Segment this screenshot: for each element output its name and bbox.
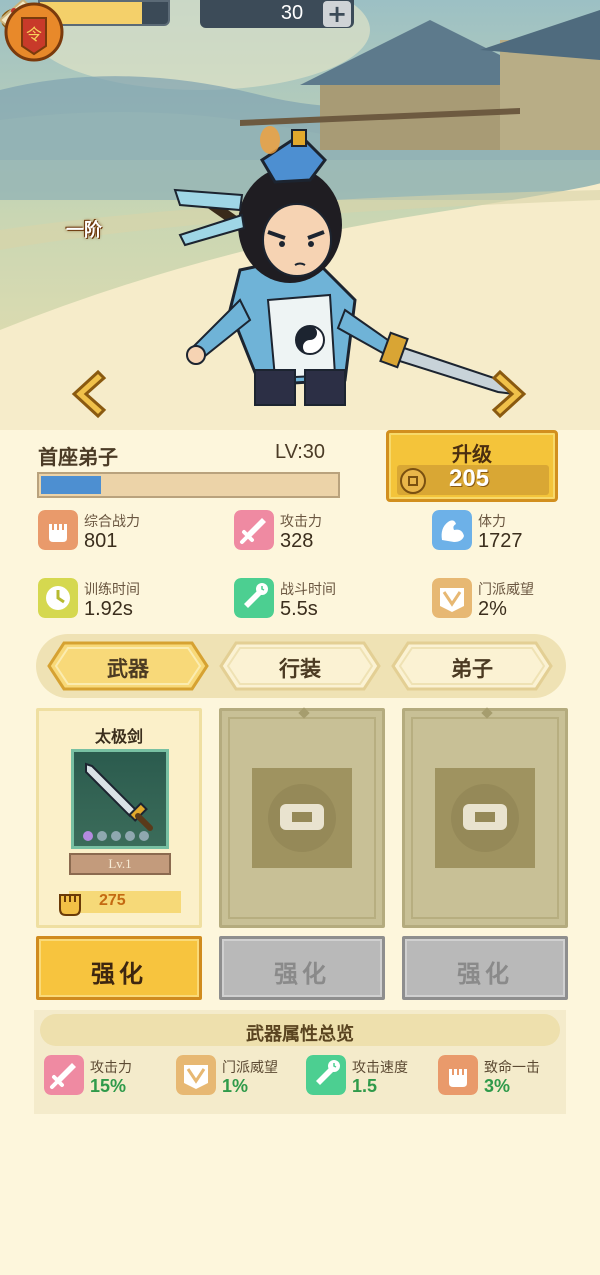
weapon-cost: 275 [99, 892, 126, 909]
lock-icon [268, 784, 336, 852]
overview-stat-prestige: 门派威望 1% [176, 1055, 306, 1101]
stat-training-time: 训练时间 1.92s [38, 578, 208, 628]
stat-battle-time: 战斗时间 5.5s [234, 578, 404, 628]
tab-weapons[interactable]: 武器 [46, 640, 210, 692]
stat-label: 门派威望 [478, 582, 534, 598]
upgrade-label: 升级 [452, 442, 492, 466]
weapon-level: Lv.1 [108, 856, 132, 871]
tab-disciples[interactable]: 弟子 [390, 640, 554, 692]
stat-sect-prestige: 门派威望 2% [432, 578, 600, 628]
sword-icon [234, 510, 274, 550]
upgrade-button[interactable]: 升级 205 [386, 430, 558, 502]
banner-icon [176, 1055, 216, 1095]
overview-stat-value: 3% [484, 1076, 511, 1096]
rank-badge-icon[interactable]: 令 [0, 0, 68, 80]
overview-title: 武器属性总览 [246, 1024, 354, 1045]
disciple-name: 首座弟子 [38, 445, 118, 469]
add-currency-button[interactable]: + [323, 1, 351, 27]
stat-label: 综合战力 [84, 514, 140, 530]
overview-header: 武器属性总览 [40, 1014, 560, 1046]
enhance-button-disabled[interactable]: 强化 [219, 936, 385, 1000]
enhance-label: 强化 [274, 960, 330, 988]
weapon-card-taiji-sword[interactable]: 太极剑 Lv.1 275 [36, 708, 202, 928]
tab-label: 弟子 [451, 657, 493, 681]
stat-value: 1.92s [84, 598, 133, 620]
enhance-button[interactable]: 强化 [36, 936, 202, 1000]
next-disciple-arrow[interactable] [490, 368, 530, 420]
lock-icon [451, 784, 519, 852]
upgrade-cost: 205 [449, 465, 490, 492]
enhance-label: 强化 [91, 960, 147, 988]
weapon-name: 太极剑 [94, 727, 143, 746]
overview-stat-critical: 致命一击 3% [438, 1055, 568, 1101]
stat-label: 训练时间 [84, 582, 140, 598]
overview-stat-attack: 攻击力 15% [44, 1055, 174, 1101]
element-gem-icons [83, 831, 149, 841]
fist-icon [59, 894, 81, 916]
stat-label: 战斗时间 [280, 582, 336, 598]
weapon-level-box: Lv.1 [69, 853, 171, 875]
sword-clock-icon [234, 578, 274, 618]
banner-icon [432, 578, 472, 618]
weapon-slot-locked[interactable] [219, 707, 385, 928]
stat-attack: 攻击力 328 [234, 510, 404, 560]
overview-stat-label: 攻击速度 [352, 1060, 408, 1076]
svg-text:令: 令 [26, 25, 42, 44]
lock-frame [435, 768, 535, 868]
arm-icon [432, 510, 472, 550]
stat-stamina: 体力 1727 [432, 510, 600, 560]
enhance-button-disabled[interactable]: 强化 [402, 936, 568, 1000]
weapon-image [71, 749, 169, 849]
sword-icon [83, 762, 153, 841]
tab-label: 行装 [279, 657, 321, 681]
overview-stat-value: 1.5 [352, 1076, 378, 1096]
weapon-slot-locked[interactable] [402, 707, 568, 928]
overview-stat-value: 1% [222, 1076, 249, 1096]
overview-stat-label: 致命一击 [484, 1060, 540, 1076]
fist-icon [38, 510, 78, 550]
currency-value: 30 [280, 2, 304, 24]
overview-stat-label: 门派威望 [222, 1060, 278, 1076]
character-scene: 闭 30 + 令 一阶 [0, 0, 600, 430]
stat-value: 328 [280, 530, 314, 552]
stat-value: 2% [478, 598, 507, 620]
stat-value: 801 [84, 530, 118, 552]
tab-gear[interactable]: 行装 [218, 640, 382, 692]
stat-combat-power: 综合战力 801 [38, 510, 208, 560]
clock-icon [38, 578, 78, 618]
experience-bar [37, 472, 340, 498]
scene-background [0, 0, 600, 430]
sword-clock-icon [306, 1055, 346, 1095]
stat-value: 5.5s [280, 598, 318, 620]
overview-stat-label: 攻击力 [90, 1060, 132, 1076]
disciple-level: LV:30 [275, 441, 326, 463]
prev-disciple-arrow[interactable] [68, 368, 108, 420]
stat-value: 1727 [478, 530, 523, 552]
overview-stat-value: 15% [90, 1076, 127, 1096]
lock-frame [252, 768, 352, 868]
sword-icon [44, 1055, 84, 1095]
stat-label: 攻击力 [280, 514, 322, 530]
rank-label: 一阶 [66, 220, 102, 241]
tab-label: 武器 [107, 657, 149, 681]
fist-icon [438, 1055, 478, 1095]
stat-label: 体力 [478, 514, 506, 530]
experience-bar-fill [41, 476, 101, 494]
enhance-label: 强化 [457, 960, 513, 988]
coin-icon [400, 468, 426, 494]
overview-stat-attack-speed: 攻击速度 1.5 [306, 1055, 436, 1101]
